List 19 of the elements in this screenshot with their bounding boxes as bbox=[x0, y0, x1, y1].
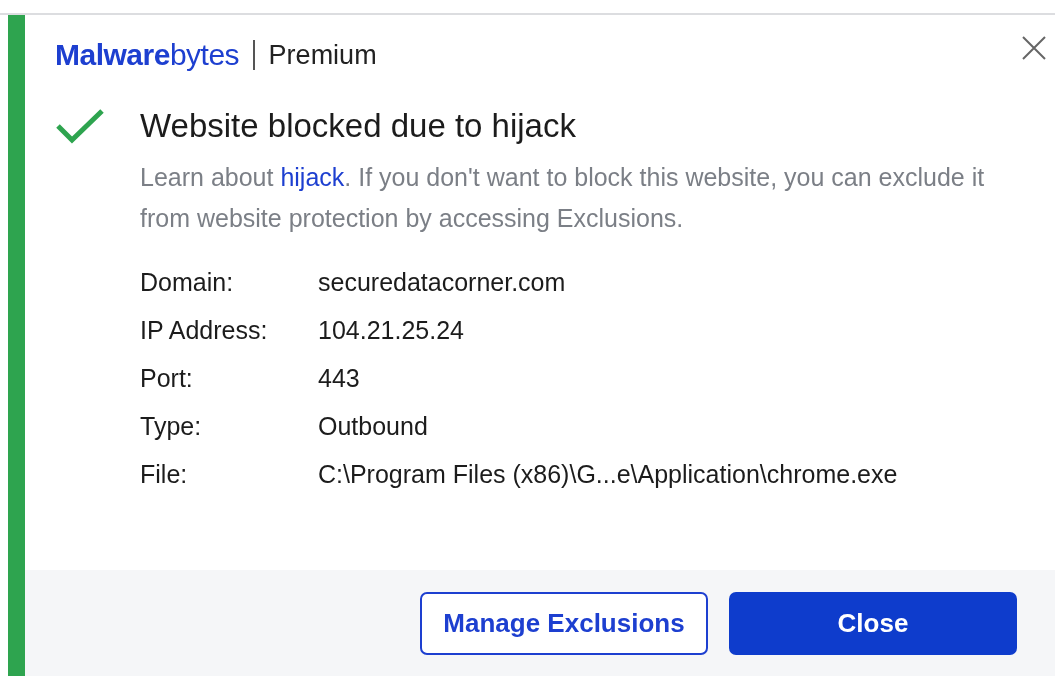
detail-label: Port: bbox=[140, 363, 194, 394]
detail-label: Domain: bbox=[140, 267, 235, 298]
detail-label: IP Address: bbox=[140, 315, 269, 346]
alert-title: Website blocked due to hijack bbox=[140, 107, 576, 145]
checkmark-icon bbox=[55, 108, 105, 144]
detail-value: 104.21.25.24 bbox=[318, 315, 465, 346]
detail-value: 443 bbox=[318, 363, 361, 394]
detail-label: File: bbox=[140, 459, 189, 490]
close-icon[interactable] bbox=[1021, 35, 1047, 61]
detail-value: Outbound bbox=[318, 411, 429, 442]
detail-label: Type: bbox=[140, 411, 203, 442]
detail-value: C:\Program Files (x86)\G...e\Application\chrome.exe bbox=[318, 459, 899, 490]
description-text: Learn about hijack. If you don't want to block this website, you can exclude it from website protection by accessing Exclusions. bbox=[140, 162, 986, 234]
hijack-link[interactable]: hijack bbox=[280, 163, 345, 191]
edition-label: Premium bbox=[268, 39, 377, 71]
brand-logo: Malwarebytes bbox=[55, 38, 240, 72]
detail-value: securedatacorner.com bbox=[318, 267, 567, 298]
manage-exclusions-button[interactable]: Manage Exclusions bbox=[420, 591, 708, 655]
close-button[interactable]: Close bbox=[729, 591, 1017, 655]
